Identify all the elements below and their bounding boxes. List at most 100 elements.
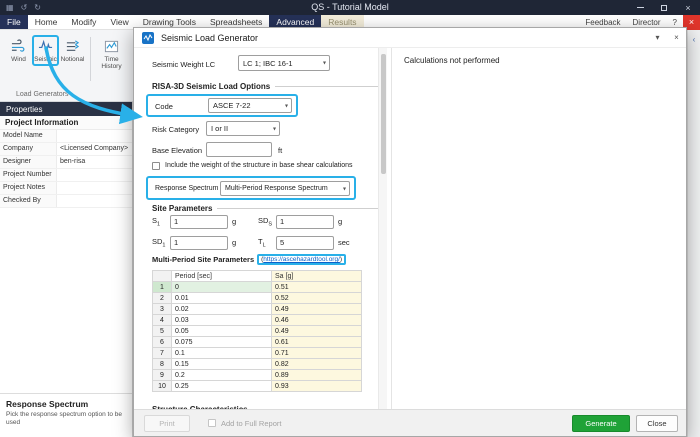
property-value[interactable]: <Licensed Company> xyxy=(57,143,132,155)
menu-feedback[interactable]: Feedback xyxy=(579,18,626,27)
ribbon-wind[interactable]: Wind xyxy=(5,35,32,66)
menu-view[interactable]: View xyxy=(103,15,135,29)
maximize-button[interactable] xyxy=(652,0,676,15)
param-input-t-l[interactable] xyxy=(276,236,334,250)
row-number-cell[interactable]: 2 xyxy=(153,293,172,304)
menu-[interactable]: ? xyxy=(667,18,683,27)
row-number-cell[interactable]: 4 xyxy=(153,315,172,326)
table-header-0[interactable] xyxy=(153,271,172,282)
table-cell[interactable]: 0.25 xyxy=(172,381,272,392)
dialog-scrollbar-thumb[interactable] xyxy=(381,54,386,174)
table-header-2[interactable]: Sa [g] xyxy=(272,271,362,282)
wind-icon xyxy=(11,39,26,54)
print-button[interactable]: Print xyxy=(144,415,190,432)
property-value[interactable] xyxy=(57,195,132,207)
row-number-cell[interactable]: 10 xyxy=(153,381,172,392)
titlebar: ▦↺↻ QS - Tutorial Model × xyxy=(0,0,700,15)
ascehazardtool-link[interactable]: https://ascehazardtool.org/ xyxy=(263,256,340,263)
table-cell[interactable]: 0.075 xyxy=(172,337,272,348)
table-cell[interactable]: 0.03 xyxy=(172,315,272,326)
table-cell[interactable]: 0.49 xyxy=(272,304,362,315)
param-input-sd-1[interactable] xyxy=(170,236,228,250)
table-cell[interactable]: 0.02 xyxy=(172,304,272,315)
property-label: Project Notes xyxy=(0,182,57,194)
project-information-section[interactable]: Project Information xyxy=(0,116,132,130)
menu-director[interactable]: Director xyxy=(627,18,667,27)
property-value[interactable] xyxy=(57,182,132,194)
panel-menu-icon[interactable]: ⋮ xyxy=(119,105,126,113)
options-section-header: RISA-3D Seismic Load Options xyxy=(152,82,380,91)
add-to-report-checkbox[interactable] xyxy=(208,419,216,427)
risk-category-value: I or II xyxy=(211,124,228,133)
site-param-s-1: S1g xyxy=(152,214,258,229)
seismic-weight-select[interactable]: LC 1; IBC 16-1 ▾ xyxy=(238,55,330,71)
property-value[interactable] xyxy=(57,130,132,142)
row-number-cell[interactable]: 7 xyxy=(153,348,172,359)
table-row: 30.020.49 xyxy=(153,304,362,315)
property-row-checked-by: Checked By xyxy=(0,195,132,208)
base-elevation-input[interactable] xyxy=(206,142,272,157)
property-row-designer: Designerben-risa xyxy=(0,156,132,169)
generate-button[interactable]: Generate xyxy=(572,415,630,432)
dialog-scrollbar-track[interactable] xyxy=(378,48,387,409)
collapsed-panel-strip[interactable]: ‹ xyxy=(687,30,700,437)
menu-modify[interactable]: Modify xyxy=(64,15,103,29)
param-input-s-1[interactable] xyxy=(170,215,228,229)
row-number-cell[interactable]: 6 xyxy=(153,337,172,348)
table-cell[interactable]: 0.51 xyxy=(272,282,362,293)
table-cell[interactable]: 0.82 xyxy=(272,359,362,370)
table-cell[interactable]: 0.05 xyxy=(172,326,272,337)
ribbon-seismic[interactable]: Seismic xyxy=(32,35,59,66)
table-cell[interactable]: 0.49 xyxy=(272,326,362,337)
table-cell[interactable]: 0.01 xyxy=(172,293,272,304)
table-cell[interactable]: 0.15 xyxy=(172,359,272,370)
property-label: Designer xyxy=(0,156,57,168)
window-title: QS - Tutorial Model xyxy=(0,0,700,15)
param-input-sd-s[interactable] xyxy=(276,215,334,229)
table-cell[interactable]: 0.93 xyxy=(272,381,362,392)
ribbon-notional[interactable]: Notional xyxy=(59,35,86,66)
table-cell[interactable]: 0.46 xyxy=(272,315,362,326)
menu-home[interactable]: Home xyxy=(28,15,65,29)
row-number-cell[interactable]: 8 xyxy=(153,359,172,370)
seismic-weight-value: LC 1; IBC 16-1 xyxy=(243,59,293,68)
close-window-button[interactable]: × xyxy=(676,0,700,15)
property-value[interactable] xyxy=(57,169,132,181)
minimize-button[interactable] xyxy=(628,0,652,15)
chevron-down-icon: ▾ xyxy=(273,125,276,132)
property-description-title: Response Spectrum xyxy=(6,399,126,409)
ribbon-item-label: Wind xyxy=(11,56,26,63)
seismic-dialog-icon xyxy=(142,32,154,44)
param-label: SDS xyxy=(258,216,276,228)
row-number-cell[interactable]: 3 xyxy=(153,304,172,315)
include-weight-checkbox[interactable] xyxy=(152,162,160,170)
param-label: S1 xyxy=(152,216,170,228)
code-select[interactable]: ASCE 7-22 ▾ xyxy=(208,98,292,113)
app-window: ▦↺↻ QS - Tutorial Model × FileHomeModify… xyxy=(0,0,700,437)
table-cell[interactable]: 0 xyxy=(172,282,272,293)
param-label: TL xyxy=(258,237,276,249)
table-header-1[interactable]: Period [sec] xyxy=(172,271,272,282)
property-value[interactable]: ben-risa xyxy=(57,156,132,168)
dialog-header[interactable]: Seismic Load Generator ▾ × xyxy=(134,28,686,48)
dialog-collapse-button[interactable]: ▾ xyxy=(648,28,667,48)
panel-expand-icon[interactable]: ‹ xyxy=(688,35,700,44)
risk-category-label: Risk Category xyxy=(152,125,199,134)
ribbon-time-history[interactable]: Time History xyxy=(95,35,128,74)
risk-category-select[interactable]: I or II ▾ xyxy=(206,121,280,136)
close-button[interactable]: Close xyxy=(636,415,678,432)
menu-file[interactable]: File xyxy=(0,15,28,29)
response-spectrum-callout-box: Response Spectrum Multi-Period Response … xyxy=(146,176,356,200)
table-cell[interactable]: 0.71 xyxy=(272,348,362,359)
response-spectrum-select[interactable]: Multi-Period Response Spectrum ▾ xyxy=(220,181,350,196)
ribbon-item-label: Seismic xyxy=(34,56,57,63)
row-number-cell[interactable]: 5 xyxy=(153,326,172,337)
dialog-close-button[interactable]: × xyxy=(667,28,686,48)
row-number-cell[interactable]: 9 xyxy=(153,370,172,381)
table-cell[interactable]: 0.52 xyxy=(272,293,362,304)
table-cell[interactable]: 0.89 xyxy=(272,370,362,381)
row-number-cell[interactable]: 1 xyxy=(153,282,172,293)
table-cell[interactable]: 0.1 xyxy=(172,348,272,359)
table-cell[interactable]: 0.61 xyxy=(272,337,362,348)
table-cell[interactable]: 0.2 xyxy=(172,370,272,381)
